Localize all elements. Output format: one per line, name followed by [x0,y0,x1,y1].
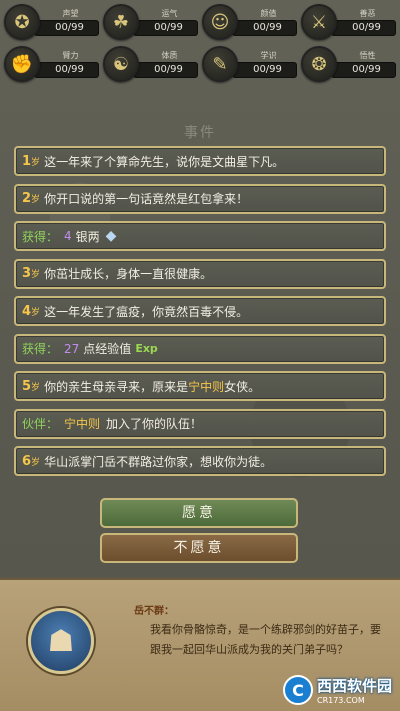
reward-text: 银两 [75,229,100,244]
reward-label: 获得： [22,342,59,356]
reward-label: 获得： [22,229,59,244]
event-text: 这一年发生了瘟疫，你竟然百毒不侵。 [44,304,249,319]
event-row: 1岁 这一年来了个算命先生，说你是文曲星下凡。 [14,146,386,176]
silver-ingot-icon: ◆ [105,228,117,244]
event-log: 1岁 这一年来了个算命先生，说你是文曲星下凡。 2岁 你开口说的第一句话竟然是红… [14,146,386,484]
fist-icon: ✊ [4,46,40,82]
watermark-subtext: CR173.COM [316,696,365,705]
event-age: 1岁 [22,153,41,169]
event-row-reward: 获得： 27 点经验值 Exp [14,333,386,364]
event-age: 3岁 [22,266,41,281]
stat-label: 学识 [260,51,277,60]
reward-text: 点经验值 [83,342,132,356]
dialog-box: ☗ 岳不群： 我看你骨骼惊奇，是一个练辟邪剑的好苗子，要跟我一起回华山派成为我的… [0,578,400,711]
stat-knowledge: ✎ 学识 00/99 [202,44,297,84]
event-text: 你茁壮成长，身体一直很健康。 [44,267,213,281]
event-text: 华山派掌门岳不群路过你家，想收你为徒。 [44,454,273,469]
event-age: 2岁 [22,191,41,206]
stat-label: 运气 [161,9,178,18]
reward-amount: 4 [64,229,72,243]
stat-morality: ⚔ 善恶 00/99 [301,2,396,42]
stat-label: 声望 [62,9,79,18]
crossed-swords-icon: ⚔ [301,4,337,40]
stat-strength: ✊ 臂力 00/99 [4,44,99,84]
stat-value: 00/99 [133,62,198,78]
character-name: 宁中则 [64,417,101,431]
stat-label: 体质 [161,51,178,60]
event-text: 加入了你的队伍！ [106,417,203,431]
exp-icon: Exp [135,342,158,355]
stat-value: 00/99 [232,20,297,36]
event-age: 4岁 [22,303,41,319]
stat-luck: ☘ 运气 00/99 [103,2,198,42]
reward-amount: 27 [64,341,80,356]
stat-constitution: ☯ 体质 00/99 [103,44,198,84]
event-row-reward: 获得： 4 银两 ◆ [14,221,386,251]
watermark-logo-icon: C [282,675,313,705]
stat-insight: ❂ 悟性 00/99 [301,44,396,84]
event-age: 5岁 [22,378,41,394]
stat-value: 00/99 [133,20,198,36]
stat-looks: ☺ 颜值 00/99 [202,2,297,42]
toad-icon: ☘ [103,4,139,40]
stats-panel: ✪ 声望 00/99 ☘ 运气 00/99 ☺ 颜值 00/99 ⚔ 善恶 00/99 … [0,0,400,84]
watermark: C 西西软件园 CR173.COM [282,673,392,707]
dialog-text: 我看你骨骼惊奇，是一个练辟邪剑的好苗子，要跟我一起回华山派成为我的关门弟子吗？ [150,623,381,656]
stat-label: 颜值 [260,9,277,18]
event-row-ally: 伙伴： 宁中则 加入了你的队伍！ [14,408,386,439]
event-text: 女侠。 [224,379,261,394]
event-text: 你开口说的第一句话竟然是红包拿来！ [44,192,249,206]
accept-button[interactable]: 愿意 [100,498,298,528]
meditation-icon: ☯ [103,46,139,82]
stat-label: 悟性 [359,51,376,60]
stat-fame: ✪ 声望 00/99 [4,2,99,42]
stat-label: 善恶 [359,9,376,18]
swordsman-portrait-icon: ☗ [28,608,94,674]
stat-label: 臂力 [62,51,79,60]
event-row: 4岁 这一年发生了瘟疫，你竟然百毒不侵。 [14,296,386,326]
face-icon: ☺ [202,4,238,40]
stat-value: 00/99 [232,62,297,78]
stat-value: 00/99 [331,20,396,36]
stat-value: 00/99 [331,62,396,78]
event-row: 2岁 你开口说的第一句话竟然是红包拿来！ [14,183,386,214]
medal-icon: ✪ [4,4,40,40]
event-row: 3岁 你茁壮成长，身体一直很健康。 [14,258,386,289]
watermark-text: 西西软件园 [316,677,392,695]
event-panel-title: 事件 [184,125,216,141]
brain-icon: ❂ [301,46,337,82]
speaker-name: 岳不群： [134,606,174,617]
event-row: 5岁 你的亲生母亲寻来，原来是 宁中则 女侠。 [14,371,386,401]
ally-label: 伙伴： [22,417,59,431]
character-name: 宁中则 [188,379,225,394]
stat-value: 00/99 [34,62,99,78]
event-age: 6岁 [22,453,41,469]
stat-value: 00/99 [34,20,99,36]
decline-button[interactable]: 不愿意 [100,533,298,563]
event-text: 这一年来了个算命先生，说你是文曲星下凡。 [44,154,285,169]
event-text: 你的亲生母亲寻来，原来是 [44,379,189,394]
book-icon: ✎ [202,46,238,82]
event-row: 6岁 华山派掌门岳不群路过你家，想收你为徒。 [14,446,386,476]
